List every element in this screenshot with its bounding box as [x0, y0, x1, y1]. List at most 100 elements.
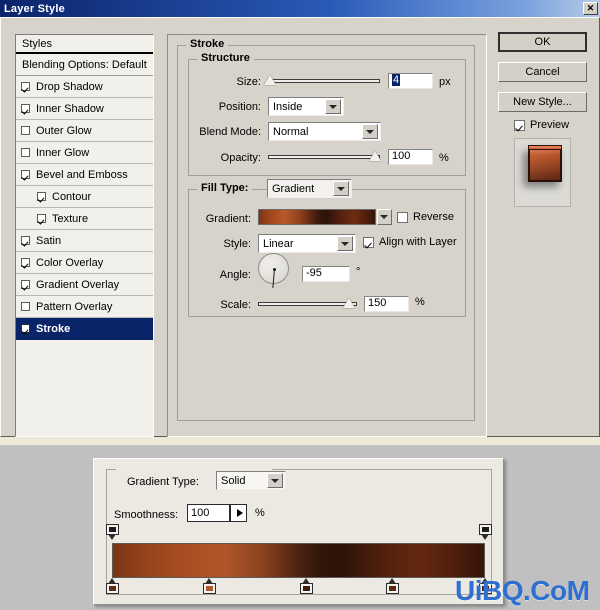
preview-checkbox[interactable] — [514, 119, 525, 131]
chevron-down-icon[interactable] — [337, 236, 353, 251]
align-with-layer-row[interactable]: Align with Layer — [363, 236, 457, 248]
preview-cube — [528, 145, 562, 182]
ok-button[interactable]: OK — [498, 32, 587, 52]
chevron-down-icon[interactable] — [333, 181, 349, 196]
gradient-ramp-bar[interactable] — [112, 543, 485, 578]
fill-type-dropdown[interactable]: Gradient — [267, 179, 352, 198]
angle-dial[interactable] — [258, 253, 289, 288]
scale-input[interactable]: 150 — [364, 296, 409, 312]
sidebar-item-bevel-and-emboss[interactable]: Bevel and Emboss — [16, 164, 153, 186]
color-stop-swatch — [388, 586, 396, 591]
position-dropdown[interactable]: Inside — [268, 97, 344, 116]
opacity-stop[interactable] — [479, 524, 492, 540]
gradient-type-dropdown-value: Solid — [221, 474, 246, 487]
sidebar-item-texture[interactable]: Texture — [16, 208, 153, 230]
sidebar-item-gradient-overlay[interactable]: Gradient Overlay — [16, 274, 153, 296]
opacity-slider-thumb[interactable] — [369, 151, 381, 161]
scale-unit-label: % — [415, 296, 425, 308]
fill-type-dropdown-value: Gradient — [272, 182, 315, 195]
angle-input[interactable]: -95 — [302, 266, 350, 282]
sidebar-item-label: Stroke — [36, 322, 71, 335]
size-input[interactable]: 4 — [388, 73, 433, 89]
preview-checkbox-row[interactable]: Preview — [514, 119, 569, 131]
scale-slider-thumb[interactable] — [343, 298, 355, 308]
effect-checkbox[interactable] — [21, 126, 30, 135]
angle-input-value: -95 — [306, 267, 322, 279]
new-style-button[interactable]: New Style... — [498, 92, 587, 112]
sidebar-item-blending-options[interactable]: Blending Options: Default — [16, 54, 153, 76]
position-label: Position: — [218, 101, 261, 113]
gradient-swatch-control[interactable] — [258, 209, 392, 225]
chevron-down-icon[interactable] — [325, 99, 341, 114]
size-input-value: 4 — [392, 74, 401, 86]
effect-checkbox[interactable] — [21, 82, 30, 91]
style-preview-thumbnail — [514, 138, 571, 207]
effect-checkbox[interactable] — [37, 214, 46, 223]
color-stop[interactable] — [106, 578, 119, 595]
sidebar-item-label: Gradient Overlay — [36, 278, 120, 291]
opacity-stop-tip — [108, 534, 116, 540]
opacity-stop-swatch — [109, 527, 116, 532]
sidebar-item-contour[interactable]: Contour — [16, 186, 153, 208]
chevron-down-icon[interactable] — [362, 124, 378, 139]
dialog-titlebar[interactable]: Layer Style ✕ — [0, 0, 600, 17]
sidebar-item-drop-shadow[interactable]: Drop Shadow — [16, 76, 153, 98]
angle-label: Angle: — [219, 269, 251, 281]
gradient-type-label: Gradient Type: — [127, 476, 199, 488]
cancel-button[interactable]: Cancel — [498, 62, 587, 82]
opacity-slider[interactable] — [268, 150, 381, 164]
gradient-preview-swatch[interactable] — [258, 209, 376, 225]
opacity-input[interactable]: 100 — [388, 149, 433, 165]
effect-checkbox[interactable] — [21, 258, 30, 267]
align-with-layer-checkbox[interactable] — [363, 236, 374, 248]
chevron-down-icon[interactable] — [267, 473, 283, 488]
sidebar-item-label: Bevel and Emboss — [36, 168, 128, 181]
scale-label: Scale: — [220, 299, 251, 311]
effect-checkbox[interactable] — [37, 192, 46, 201]
size-slider-thumb[interactable] — [264, 75, 276, 85]
gradient-style-dropdown[interactable]: Linear — [258, 234, 356, 253]
gradient-style-dropdown-value: Linear — [263, 237, 294, 250]
effect-checkbox[interactable] — [21, 170, 30, 179]
opacity-slider-track — [268, 155, 380, 159]
size-slider[interactable] — [264, 74, 380, 88]
styles-effect-list: Drop Shadow Inner Shadow Outer Glow Inner G… — [16, 76, 153, 340]
smoothness-stepper[interactable] — [230, 504, 247, 522]
fill-type-label: Fill Type: — [197, 183, 253, 194]
smoothness-input[interactable]: 100 — [187, 504, 230, 522]
close-icon[interactable]: ✕ — [583, 2, 598, 15]
reverse-checkbox-row[interactable]: Reverse — [397, 211, 454, 223]
dialog-body: Styles Blending Options: Default Drop Sh… — [0, 17, 600, 437]
layer-style-dialog: Layer Style ✕ Styles Blending Options: D… — [0, 0, 600, 445]
sidebar-item-label: Contour — [52, 190, 92, 203]
color-stop[interactable] — [202, 578, 216, 595]
sidebar-item-inner-glow[interactable]: Inner Glow — [16, 142, 153, 164]
scale-slider[interactable] — [258, 297, 357, 311]
stroke-settings-area: Stroke Structure Size: 4 px Position: In… — [167, 34, 487, 437]
color-stop[interactable] — [385, 578, 399, 595]
sidebar-item-inner-shadow[interactable]: Inner Shadow — [16, 98, 153, 120]
effect-checkbox[interactable] — [21, 148, 30, 157]
effect-checkbox[interactable] — [21, 236, 30, 245]
effect-checkbox[interactable] — [21, 324, 30, 333]
sidebar-item-satin[interactable]: Satin — [16, 230, 153, 252]
sidebar-item-outer-glow[interactable]: Outer Glow — [16, 120, 153, 142]
sidebar-item-pattern-overlay[interactable]: Pattern Overlay — [16, 296, 153, 318]
sidebar-item-stroke[interactable]: Stroke — [16, 318, 153, 340]
gradient-type-dropdown[interactable]: Solid — [216, 471, 286, 490]
effect-checkbox[interactable] — [21, 302, 30, 311]
blend-mode-dropdown[interactable]: Normal — [268, 122, 381, 141]
angle-unit-label: ° — [356, 266, 361, 278]
color-stop-swatch — [205, 586, 213, 591]
sidebar-item-color-overlay[interactable]: Color Overlay — [16, 252, 153, 274]
opacity-stop[interactable] — [106, 524, 119, 540]
size-unit-label: px — [439, 76, 451, 88]
color-stop-swatch — [109, 586, 116, 591]
smoothness-label: Smoothness: — [114, 509, 179, 521]
effect-checkbox[interactable] — [21, 280, 30, 289]
reverse-checkbox[interactable] — [397, 211, 408, 223]
sidebar-item-label: Drop Shadow — [36, 80, 103, 93]
effect-checkbox[interactable] — [21, 104, 30, 113]
chevron-down-icon[interactable] — [377, 209, 392, 225]
color-stop[interactable] — [299, 578, 313, 595]
